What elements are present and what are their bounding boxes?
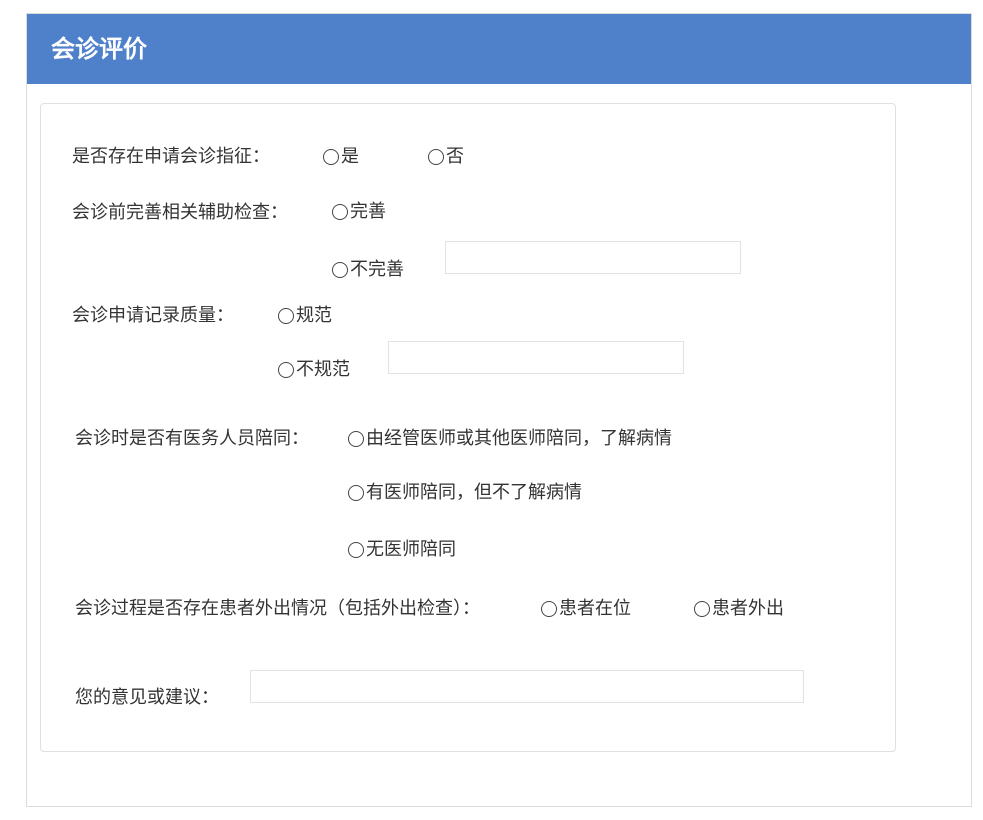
q2-option-incomplete-label: 不完善 [350, 259, 404, 280]
q4-option-2-label: 有医师陪同，但不了解病情 [366, 482, 582, 503]
panel-title: 会诊评价 [51, 35, 147, 63]
q3-label: 会诊申请记录质量： [72, 305, 234, 326]
radio-icon[interactable] [348, 485, 364, 501]
panel-header: 会诊评价 [27, 14, 971, 84]
q4-option-unaccompanied[interactable]: 无医师陪同 [348, 538, 456, 562]
q1-option-yes[interactable]: 是 [323, 145, 359, 169]
radio-icon[interactable] [348, 431, 364, 447]
q4-option-1-label: 由经管医师或其他医师陪同，了解病情 [366, 428, 672, 449]
q2-option-complete[interactable]: 完善 [332, 200, 386, 224]
q5-option-outside-label: 患者外出 [712, 598, 784, 619]
radio-icon[interactable] [348, 542, 364, 558]
q2-option-incomplete[interactable]: 不完善 [332, 258, 404, 282]
radio-icon[interactable] [332, 204, 348, 220]
q3-option-standard-label: 规范 [296, 305, 332, 326]
radio-icon[interactable] [278, 308, 294, 324]
q4-label: 会诊时是否有医务人员陪同： [75, 428, 309, 449]
radio-icon[interactable] [332, 262, 348, 278]
q5-option-present[interactable]: 患者在位 [541, 597, 631, 621]
q3-option-nonstandard[interactable]: 不规范 [278, 358, 350, 382]
radio-icon[interactable] [278, 362, 294, 378]
radio-icon[interactable] [323, 149, 339, 165]
form-card: 是否存在申请会诊指征： 是 否 会诊前完善相关辅助检查： 完善 不完善 会诊申请… [40, 103, 896, 752]
q1-option-no-label: 否 [446, 146, 464, 167]
suggestion-input[interactable] [250, 670, 804, 703]
radio-icon[interactable] [541, 601, 557, 617]
q1-option-yes-label: 是 [341, 146, 359, 167]
q3-nonstandard-input[interactable] [388, 341, 684, 374]
q4-option-accompanied-uninformed[interactable]: 有医师陪同，但不了解病情 [348, 481, 582, 505]
q3-option-standard[interactable]: 规范 [278, 304, 332, 328]
q5-label: 会诊过程是否存在患者外出情况（包括外出检查）： [75, 598, 480, 619]
q3-option-nonstandard-label: 不规范 [296, 359, 350, 380]
q1-label: 是否存在申请会诊指征： [72, 146, 270, 167]
radio-icon[interactable] [694, 601, 710, 617]
q4-option-3-label: 无医师陪同 [366, 539, 456, 560]
radio-icon[interactable] [428, 149, 444, 165]
q6-label: 您的意见或建议： [75, 687, 219, 708]
q5-option-present-label: 患者在位 [559, 598, 631, 619]
q2-label: 会诊前完善相关辅助检查： [72, 202, 288, 223]
evaluation-panel: 会诊评价 是否存在申请会诊指征： 是 否 会诊前完善相关辅助检查： 完善 不完善… [26, 13, 972, 807]
q2-incomplete-input[interactable] [445, 241, 741, 274]
q5-option-outside[interactable]: 患者外出 [694, 597, 784, 621]
q2-option-complete-label: 完善 [350, 201, 386, 222]
q4-option-accompanied-informed[interactable]: 由经管医师或其他医师陪同，了解病情 [348, 427, 672, 451]
q1-option-no[interactable]: 否 [428, 145, 464, 169]
